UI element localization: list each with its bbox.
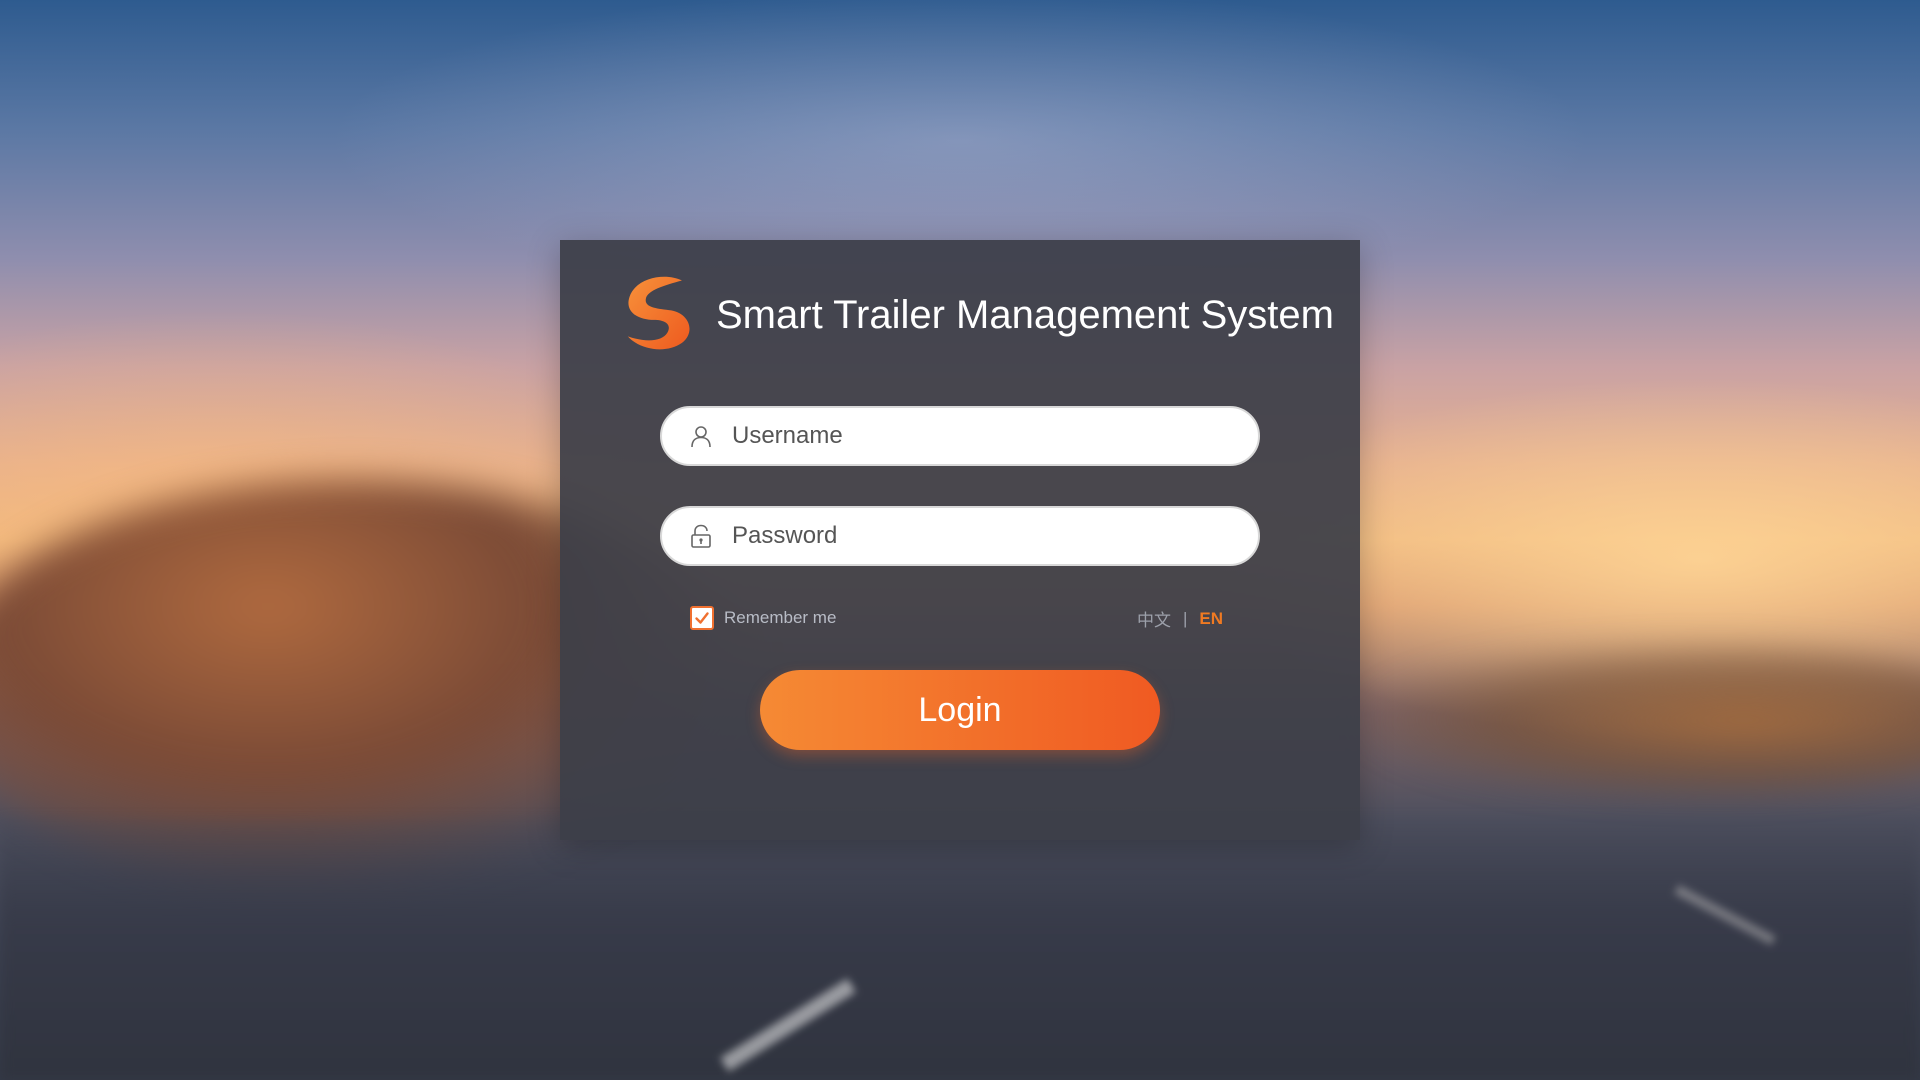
background-road <box>0 820 1920 1080</box>
language-switcher: 中文 | EN <box>1137 606 1223 631</box>
language-separator: | <box>1183 608 1188 628</box>
password-input[interactable] <box>730 521 1234 551</box>
login-button[interactable]: Login <box>760 670 1160 750</box>
password-field[interactable] <box>660 506 1260 566</box>
remember-me-option[interactable]: Remember me <box>690 606 836 630</box>
remember-me-label: Remember me <box>724 608 837 627</box>
app-title: Smart Trailer Management System <box>716 292 1334 337</box>
brand-header: Smart Trailer Management System <box>618 274 1334 356</box>
s-swirl-logo-icon <box>627 276 690 350</box>
lock-icon <box>691 524 711 548</box>
checkmark-icon <box>695 612 709 624</box>
language-option-zh[interactable]: 中文 <box>1137 606 1171 631</box>
username-field[interactable] <box>660 406 1260 466</box>
login-card: Smart Trailer Management System Remember… <box>560 240 1360 840</box>
language-option-en[interactable]: EN <box>1199 609 1223 629</box>
user-icon <box>691 426 711 448</box>
remember-me-checkbox[interactable] <box>690 606 714 630</box>
username-input[interactable] <box>730 421 1234 451</box>
